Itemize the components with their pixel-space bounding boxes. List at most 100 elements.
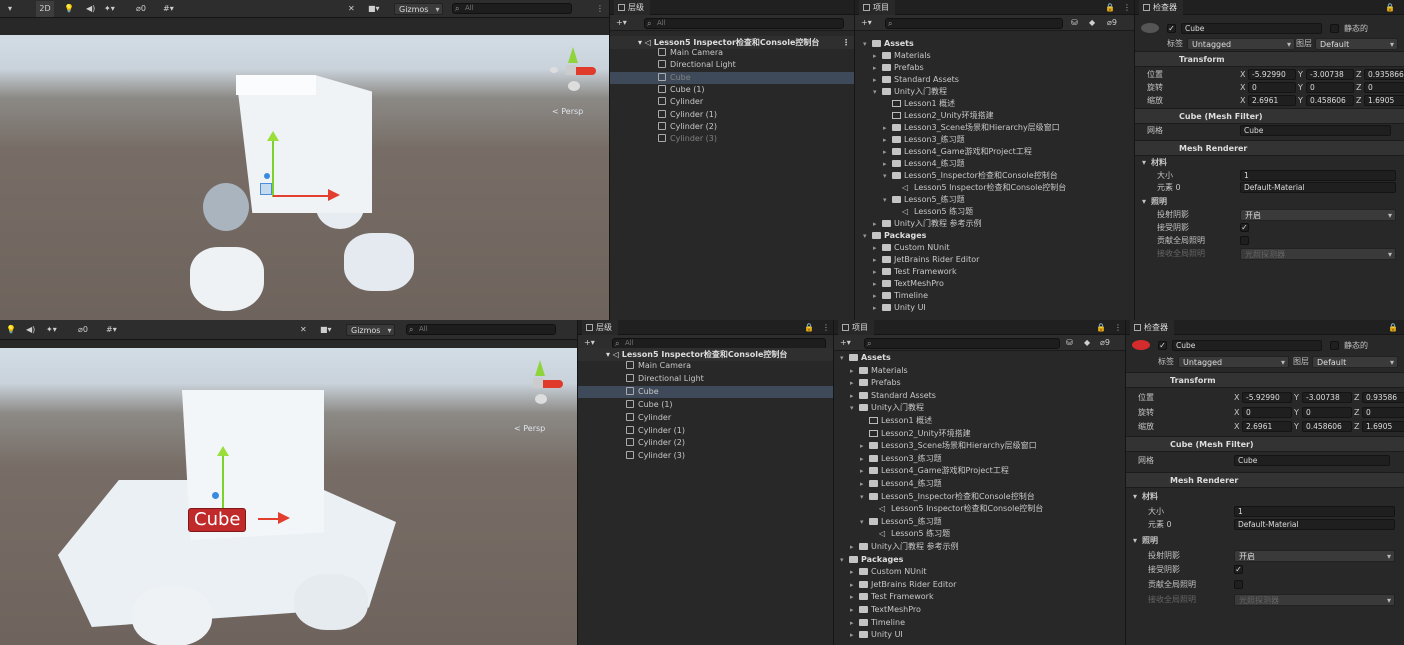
orientation-gizmo[interactable] bbox=[548, 45, 598, 95]
hierarchy-item[interactable]: Directional Light bbox=[610, 59, 854, 71]
expand-arrow-icon[interactable]: ▸ bbox=[873, 290, 882, 302]
project-item[interactable]: ▸ Lesson4_练习题 bbox=[860, 478, 942, 490]
tag-dropdown[interactable]: Untagged bbox=[1178, 356, 1289, 369]
project-item[interactable]: ▸ TextMeshPro bbox=[850, 604, 921, 616]
scene-search-input[interactable]: ⌕ All bbox=[406, 324, 556, 335]
project-item[interactable]: ▾ Assets bbox=[840, 352, 891, 364]
project-item[interactable]: Lesson1 概述 bbox=[883, 98, 955, 110]
project-item[interactable]: ▸ Lesson3_Scene场景和Hierarchy层级窗口 bbox=[883, 122, 1060, 134]
scene-view-bottom[interactable]: 💡 ◀) ✦▾ ⌀0 #▾ ✕ ■▾ Gizmos ⌕All Cube bbox=[0, 320, 578, 645]
object-name-field[interactable]: Cube bbox=[1181, 23, 1322, 34]
effects-toggle-icon[interactable]: ✦▾ bbox=[46, 322, 57, 338]
lock-icon[interactable]: 🔒 bbox=[1105, 0, 1115, 15]
expand-arrow-icon[interactable]: ▾ bbox=[860, 491, 869, 503]
hierarchy-item[interactable]: Cube bbox=[578, 385, 833, 398]
hidden-objects-toggle[interactable]: ⌀0 bbox=[78, 322, 88, 338]
contribute-gi-checkbox[interactable] bbox=[1240, 235, 1249, 245]
menu-dots-icon[interactable]: ⋮ bbox=[596, 1, 604, 16]
transform-scl-y-field[interactable]: 0.458606 bbox=[1306, 95, 1354, 107]
filter-type-icon[interactable]: ⛁ bbox=[1071, 15, 1078, 31]
active-checkbox[interactable]: ✓ bbox=[1158, 341, 1167, 350]
expand-arrow-icon[interactable]: ▸ bbox=[850, 629, 859, 641]
audio-toggle-icon[interactable]: ◀) bbox=[86, 1, 95, 17]
tools-icon[interactable]: ✕ bbox=[348, 1, 355, 17]
project-item[interactable]: ◁ Lesson5 Inspector检查和Console控制台 bbox=[870, 503, 1043, 515]
layer-dropdown[interactable]: Default bbox=[1315, 37, 1398, 50]
transform-rot-z-field[interactable]: 0 bbox=[1364, 82, 1404, 94]
filter-type-icon[interactable]: ⛁ bbox=[1066, 335, 1073, 351]
move-gizmo-plane[interactable] bbox=[260, 183, 272, 195]
transform-pos-x-field[interactable]: -5.92990 bbox=[1248, 69, 1296, 81]
project-item[interactable]: Lesson1 概述 bbox=[860, 415, 932, 427]
project-item[interactable]: ▸ Timeline bbox=[850, 617, 905, 629]
expand-arrow-icon[interactable]: ▸ bbox=[873, 278, 882, 290]
transform-rot-z-field[interactable]: 0 bbox=[1362, 406, 1404, 418]
project-item[interactable]: ▾ Lesson5_练习题 bbox=[883, 194, 965, 206]
active-checkbox[interactable]: ✓ bbox=[1167, 24, 1176, 33]
transform-pos-y-field[interactable]: -3.00738 bbox=[1302, 392, 1352, 404]
hidden-count-icon[interactable]: ⌀9 bbox=[1107, 15, 1117, 31]
project-item[interactable]: ▾ Unity入门教程 bbox=[873, 86, 947, 98]
static-checkbox[interactable] bbox=[1330, 24, 1339, 33]
expand-arrow-icon[interactable]: ▸ bbox=[860, 453, 869, 465]
transform-pos-z-field[interactable]: 0.935866 bbox=[1364, 69, 1404, 81]
persp-label[interactable]: < Persp bbox=[514, 424, 545, 433]
cast-shadows-dropdown[interactable]: 开启 bbox=[1234, 549, 1395, 562]
hierarchy-item[interactable]: Cylinder bbox=[610, 96, 854, 108]
plus-icon[interactable]: +▾ bbox=[861, 15, 872, 31]
tools-icon[interactable]: ✕ bbox=[300, 322, 307, 338]
project-item[interactable]: ▸ Unity UI bbox=[873, 302, 926, 314]
project-item[interactable]: ◁ Lesson5 练习题 bbox=[893, 206, 973, 218]
expand-arrow-icon[interactable]: ▸ bbox=[850, 390, 859, 402]
expand-arrow-icon[interactable]: ▸ bbox=[850, 604, 859, 616]
mesh-field[interactable]: Cube bbox=[1234, 455, 1390, 467]
move-gizmo-y-arrow[interactable] bbox=[217, 446, 229, 456]
project-item[interactable]: ◁ Lesson5 Inspector检查和Console控制台 bbox=[893, 182, 1066, 194]
2d-toggle[interactable]: 2D bbox=[36, 1, 54, 17]
size-field[interactable]: 1 bbox=[1234, 505, 1395, 517]
plus-icon[interactable]: +▾ bbox=[616, 15, 627, 31]
hierarchy-item[interactable]: Cube (1) bbox=[610, 84, 854, 96]
menu-dots-icon[interactable]: ⋮ bbox=[822, 320, 830, 335]
material-field[interactable]: Default-Material bbox=[1234, 519, 1395, 531]
gizmos-dropdown[interactable]: Gizmos bbox=[394, 3, 444, 15]
material-field[interactable]: Default-Material bbox=[1240, 182, 1396, 194]
project-item[interactable]: ▸ Standard Assets bbox=[850, 390, 936, 402]
hierarchy-item[interactable]: Directional Light bbox=[578, 373, 833, 385]
hierarchy-item[interactable]: Cylinder (2) bbox=[610, 121, 854, 133]
orientation-gizmo[interactable] bbox=[515, 358, 565, 408]
project-item[interactable]: ▸ Materials bbox=[873, 50, 931, 62]
expand-arrow-icon[interactable]: ▾ bbox=[840, 554, 849, 566]
expand-arrow-icon[interactable]: ▸ bbox=[883, 122, 892, 134]
transform-pos-z-field[interactable]: 0.93586 bbox=[1362, 392, 1404, 404]
project-item[interactable]: ▸ TextMeshPro bbox=[873, 278, 944, 290]
project-item[interactable]: ◁ Lesson5 练习题 bbox=[870, 528, 950, 540]
project-item[interactable]: ▸ Lesson3_练习题 bbox=[860, 453, 942, 465]
scene-canvas[interactable]: < Persp bbox=[0, 35, 609, 320]
expand-arrow-icon[interactable]: ▸ bbox=[883, 134, 892, 146]
contribute-gi-checkbox[interactable] bbox=[1234, 579, 1243, 589]
expand-arrow-icon[interactable]: ▸ bbox=[873, 302, 882, 314]
move-gizmo-z-handle[interactable] bbox=[264, 173, 270, 179]
transform-header[interactable]: Transform bbox=[1126, 371, 1404, 388]
expand-arrow-icon[interactable]: ▸ bbox=[873, 254, 882, 266]
hierarchy-item[interactable]: Cube bbox=[610, 71, 854, 84]
project-item[interactable]: ▸ Materials bbox=[850, 365, 908, 377]
expand-arrow-icon[interactable]: ▾ bbox=[883, 194, 892, 206]
layer-dropdown[interactable]: Default bbox=[1312, 356, 1398, 369]
hierarchy-search-input[interactable]: ⌕ All bbox=[644, 18, 844, 29]
expand-arrow-icon[interactable]: ▾ bbox=[840, 352, 849, 364]
project-item[interactable]: ▾ Packages bbox=[863, 230, 926, 242]
hierarchy-item[interactable]: Cylinder (1) bbox=[610, 109, 854, 121]
tag-dropdown[interactable]: Untagged bbox=[1187, 37, 1295, 50]
project-item[interactable]: ▸ Lesson3_练习题 bbox=[883, 134, 965, 146]
lock-icon[interactable]: 🔒 bbox=[1385, 0, 1395, 15]
expand-arrow-icon[interactable]: ▸ bbox=[850, 617, 859, 629]
project-search-input[interactable]: ⌕ bbox=[885, 18, 1063, 29]
transform-scl-y-field[interactable]: 0.458606 bbox=[1302, 421, 1352, 433]
project-item[interactable]: ▾ Assets bbox=[863, 38, 914, 50]
project-item[interactable]: ▸ JetBrains Rider Editor bbox=[873, 254, 979, 266]
project-item[interactable]: ▸ Unity入门教程 参考示例 bbox=[873, 218, 982, 230]
expand-arrow-icon[interactable]: ▸ bbox=[850, 566, 859, 578]
hierarchy-item[interactable]: Main Camera bbox=[578, 360, 833, 372]
